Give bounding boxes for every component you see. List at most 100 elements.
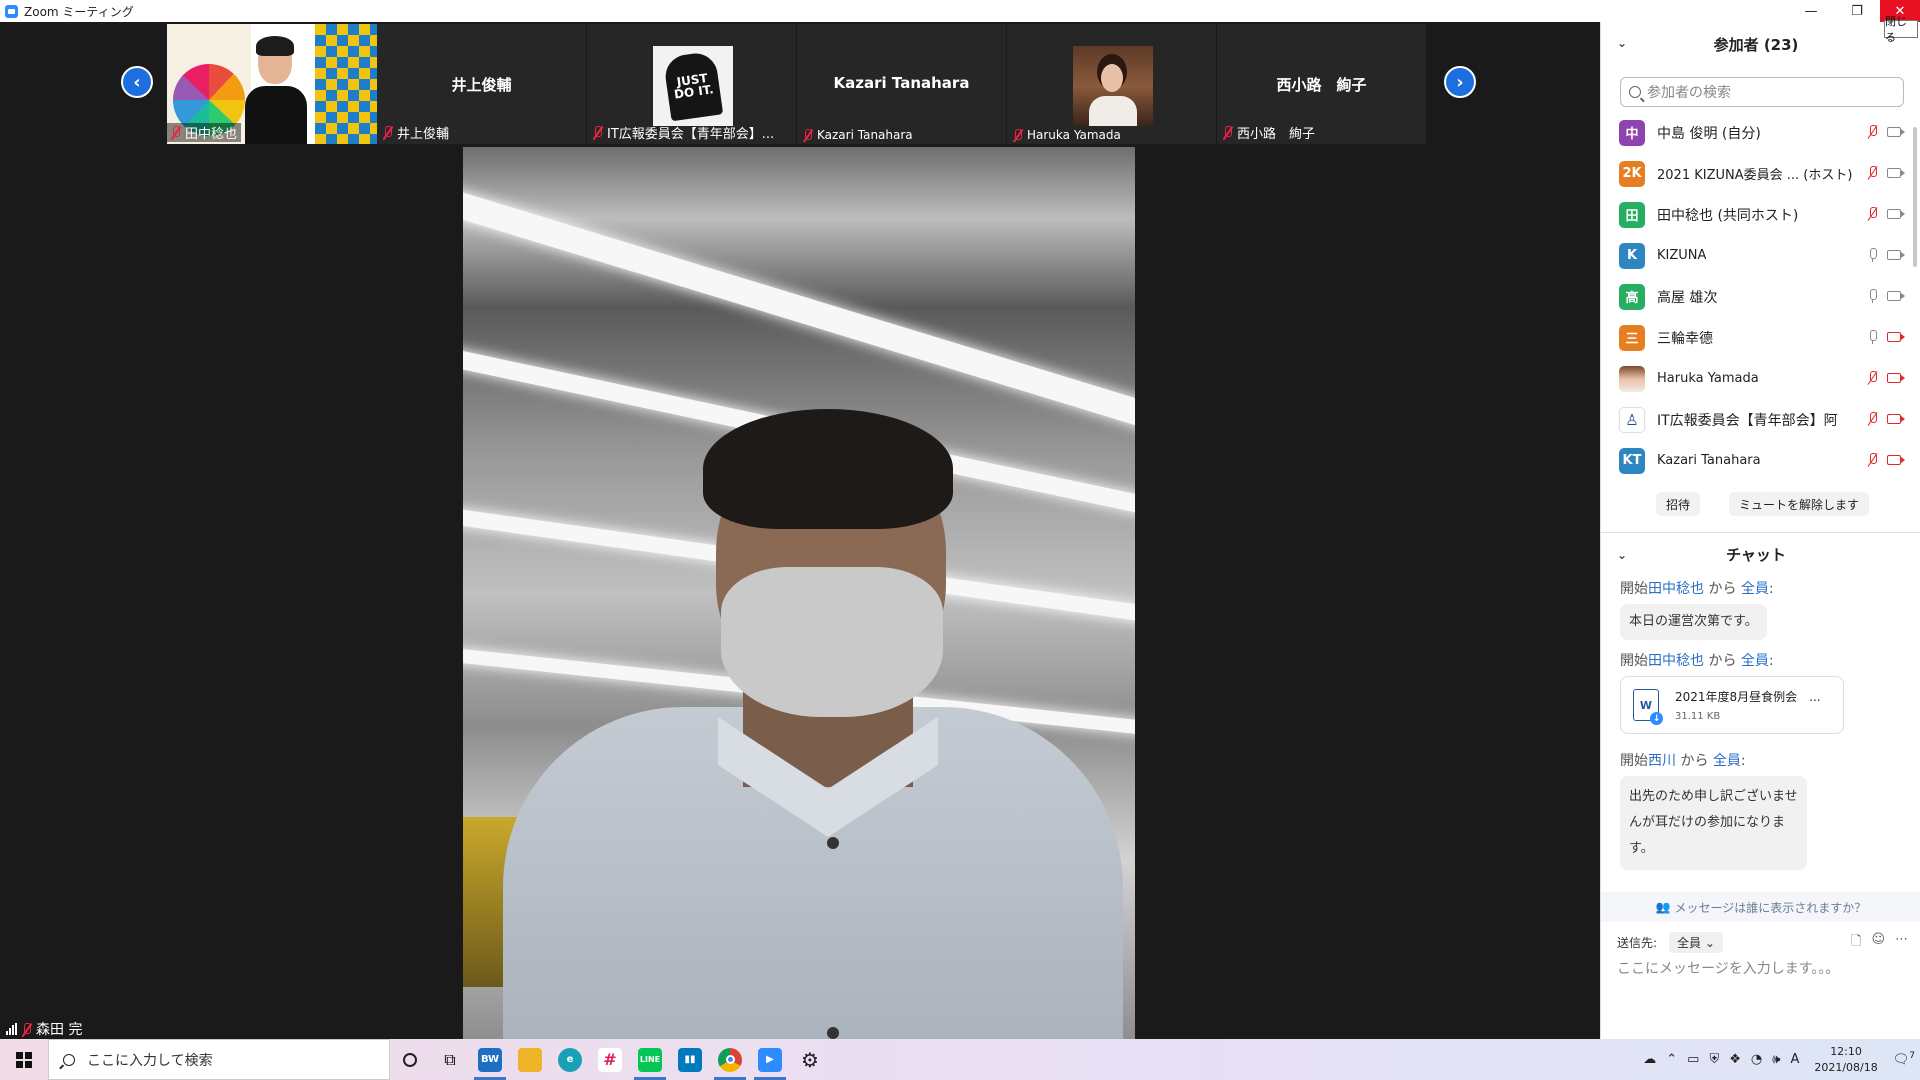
collapse-chevron-icon[interactable]: ⌄: [1617, 548, 1627, 562]
tile-name-label: Haruka Yamada: [1013, 128, 1121, 142]
window-titlebar: Zoom ミーティング — ❐ ✕: [0, 0, 1920, 22]
network-icon[interactable]: ▭: [1687, 1052, 1699, 1067]
prev-page-button[interactable]: ‹: [121, 66, 153, 98]
tile-name-label: Kazari Tanahara: [803, 128, 913, 142]
window-title: Zoom ミーティング: [24, 4, 134, 19]
trello-icon[interactable]: ▮▮: [670, 1039, 710, 1080]
muted-mic-icon[interactable]: [1868, 371, 1877, 385]
muted-mic-icon[interactable]: [1868, 207, 1877, 221]
video-tile[interactable]: 井上俊輔 井上俊輔: [377, 24, 587, 144]
active-speaker-video: [463, 147, 1135, 1039]
weather-icon[interactable]: ☁: [1643, 1052, 1656, 1067]
recipient-dropdown[interactable]: 全員 ⌄: [1669, 932, 1723, 953]
speaker-name-label: 森田 完: [6, 1019, 82, 1039]
participant-row[interactable]: 田 田中稔也 (共同ホスト): [1601, 194, 1911, 235]
bw-app-icon[interactable]: BW: [470, 1039, 510, 1080]
visibility-note[interactable]: 👥 メッセージは誰に表示されますか？: [1601, 892, 1920, 922]
file-attachment[interactable]: W 2021年度8月昼食例会 ... 31.11 KB: [1620, 676, 1844, 734]
participant-actions: 招待 ミュートを解除します: [1601, 492, 1911, 522]
camera-icon[interactable]: [1887, 291, 1905, 301]
recipient-link[interactable]: 全員: [1741, 653, 1769, 669]
chat-input[interactable]: ここにメッセージを入力します。。。: [1617, 958, 1839, 978]
task-view-icon[interactable]: [390, 1039, 430, 1080]
participant-row[interactable]: 高 高屋 雄次: [1601, 276, 1911, 317]
notification-icon[interactable]: 🗨7: [1893, 1051, 1915, 1067]
muted-mic-icon[interactable]: [1868, 412, 1877, 426]
video-tile[interactable]: 田中稔也: [167, 24, 377, 144]
participant-row[interactable]: K KIZUNA: [1601, 235, 1911, 276]
video-tile[interactable]: JUST DO IT. IT広報委員会【青年部会】...: [587, 24, 797, 144]
camera-off-icon[interactable]: [1887, 373, 1905, 383]
video-tile[interactable]: Kazari Tanahara Kazari Tanahara: [797, 24, 1007, 144]
mic-icon[interactable]: [1868, 289, 1877, 303]
camera-icon[interactable]: [1887, 250, 1905, 260]
clock[interactable]: 12:10 2021/08/18: [1814, 1044, 1877, 1076]
show-hidden-icons[interactable]: ⌃: [1666, 1052, 1677, 1067]
volume-icon[interactable]: 🕪: [1772, 1052, 1780, 1067]
participant-row[interactable]: 三 三輪幸德: [1601, 317, 1911, 358]
zoom-icon: [5, 4, 18, 18]
edge-icon[interactable]: e: [550, 1039, 590, 1080]
unmute-all-button[interactable]: ミュートを解除します: [1729, 492, 1870, 516]
file-icon[interactable]: 🗋: [1851, 932, 1861, 954]
settings-icon[interactable]: ⚙: [790, 1039, 830, 1080]
camera-off-icon[interactable]: [1887, 414, 1905, 424]
video-tile[interactable]: 西小路 絢子 西小路 絢子: [1217, 24, 1427, 144]
camera-off-icon[interactable]: [1887, 455, 1905, 465]
sender-link[interactable]: 西川: [1648, 753, 1676, 769]
taskbar-search-input[interactable]: ここに入力して検索: [48, 1039, 390, 1080]
emoji-icon[interactable]: ☺: [1871, 932, 1885, 954]
sender-link[interactable]: 田中稔也: [1648, 581, 1704, 597]
camera-icon[interactable]: [1887, 209, 1905, 219]
sdgs-tiles-image: [315, 24, 377, 144]
profile-picture: [1073, 46, 1153, 126]
participant-name: 三輪幸德: [1657, 330, 1713, 347]
participant-search-input[interactable]: 参加者の検索: [1620, 77, 1904, 107]
participant-scrollbar[interactable]: [1913, 127, 1917, 267]
file-name: 2021年度8月昼食例会 ...: [1675, 690, 1821, 704]
next-page-button[interactable]: ›: [1444, 66, 1476, 98]
security-icon[interactable]: ⛨: [1709, 1052, 1719, 1067]
participant-row[interactable]: 2K 2021 KIZUNA委員会 ... (ホスト): [1601, 153, 1911, 194]
wifi-icon[interactable]: ◔: [1751, 1052, 1762, 1067]
camera-icon[interactable]: [1887, 168, 1905, 178]
video-area: ‹ 田中稔也 井上俊輔 井上俊輔 JUST DO IT. IT広報委員会【青年部…: [0, 22, 1600, 1039]
dropbox-icon[interactable]: ❖: [1729, 1052, 1741, 1067]
signal-icon: [6, 1023, 18, 1035]
multitask-icon[interactable]: ⧉: [430, 1039, 470, 1080]
start-button[interactable]: [0, 1039, 48, 1080]
avatar: [1619, 365, 1645, 392]
participant-row[interactable]: ♙ IT広報委員会【青年部会】阿: [1601, 399, 1911, 440]
minimize-button[interactable]: —: [1788, 0, 1834, 22]
line-icon[interactable]: LINE: [630, 1039, 670, 1080]
more-icon[interactable]: ⋯: [1895, 932, 1908, 954]
message-sender-line: 開始田中稔也 から 全員:: [1620, 581, 1774, 597]
camera-icon[interactable]: [1887, 127, 1905, 137]
muted-mic-icon[interactable]: [1868, 453, 1877, 467]
mic-icon[interactable]: [1868, 248, 1877, 262]
participant-name: 高屋 雄次: [1657, 289, 1718, 306]
participant-row[interactable]: KT Kazari Tanahara: [1601, 440, 1911, 481]
video-tile[interactable]: Haruka Yamada: [1007, 24, 1217, 144]
ime-indicator[interactable]: A: [1790, 1052, 1799, 1067]
participant-row[interactable]: Haruka Yamada: [1601, 358, 1911, 399]
recipient-link[interactable]: 全員: [1741, 581, 1769, 597]
muted-mic-icon[interactable]: [1868, 166, 1877, 180]
chat-tools: 🗋 ☺ ⋯: [1851, 932, 1908, 954]
collapse-chevron-icon[interactable]: ⌄: [1617, 36, 1627, 50]
profile-picture: JUST DO IT.: [653, 46, 733, 126]
participant-row[interactable]: 中 中島 俊明 (自分): [1601, 112, 1911, 153]
restore-button[interactable]: ❐: [1834, 0, 1880, 22]
avatar: 2K: [1619, 160, 1645, 187]
chrome-icon[interactable]: [710, 1039, 750, 1080]
camera-off-icon[interactable]: [1887, 332, 1905, 342]
file-explorer-icon[interactable]: [510, 1039, 550, 1080]
zoom-taskbar-icon[interactable]: ▶: [750, 1039, 790, 1080]
sender-link[interactable]: 田中稔也: [1648, 653, 1704, 669]
chat-message: 出先のため申し訳ございませ んが耳だけの参加になりま す。: [1620, 776, 1807, 870]
muted-mic-icon[interactable]: [1868, 125, 1877, 139]
slack-icon[interactable]: #: [590, 1039, 630, 1080]
invite-button[interactable]: 招待: [1656, 492, 1701, 516]
recipient-link[interactable]: 全員: [1713, 753, 1741, 769]
mic-icon[interactable]: [1868, 330, 1877, 344]
